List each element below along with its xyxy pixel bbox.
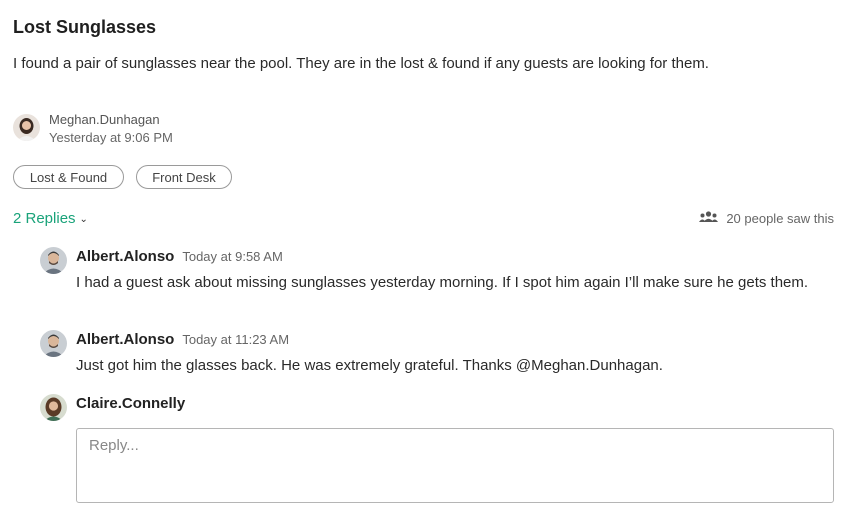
composer-avatar <box>40 394 67 421</box>
reply-timestamp: Today at 9:58 AM <box>182 249 283 264</box>
reply-text: Just got him the glasses back. He was ex… <box>76 357 663 374</box>
replies-count-label: 2 Replies <box>13 210 76 227</box>
reply-author[interactable]: Albert.Alonso <box>76 331 174 348</box>
tag-front-desk[interactable]: Front Desk <box>136 165 232 189</box>
composer-user-name: Claire.Connelly <box>76 395 186 412</box>
composer-avatar-image <box>40 394 67 421</box>
reply-header: Albert.Alonso Today at 11:23 AM <box>76 331 289 348</box>
reply-header: Albert.Alonso Today at 9:58 AM <box>76 248 283 265</box>
post-title: Lost Sunglasses <box>13 17 157 37</box>
reply-avatar-image <box>40 247 67 274</box>
author-name[interactable]: Meghan.Dunhagan <box>49 112 160 127</box>
people-icon <box>699 211 719 226</box>
reply-text: I had a guest ask about missing sunglass… <box>76 274 809 291</box>
reply-input[interactable] <box>76 428 834 503</box>
reply-timestamp: Today at 11:23 AM <box>182 332 290 347</box>
post-body: I found a pair of sunglasses near the po… <box>13 55 709 72</box>
reply-avatar[interactable] <box>40 330 67 357</box>
reply-avatar-image <box>40 330 67 357</box>
chevron-down-icon: ⌄ <box>79 214 88 225</box>
seen-by-count: 20 people saw this <box>726 211 834 226</box>
replies-toggle[interactable]: 2 Replies ⌄ <box>13 210 88 227</box>
reply-avatar[interactable] <box>40 247 67 274</box>
reply-author[interactable]: Albert.Alonso <box>76 248 174 265</box>
author-avatar[interactable] <box>13 114 40 141</box>
post-timestamp: Yesterday at 9:06 PM <box>49 130 173 145</box>
seen-by-indicator: 20 people saw this <box>699 211 834 226</box>
tag-lost-and-found[interactable]: Lost & Found <box>13 165 124 189</box>
author-avatar-image <box>13 114 40 141</box>
